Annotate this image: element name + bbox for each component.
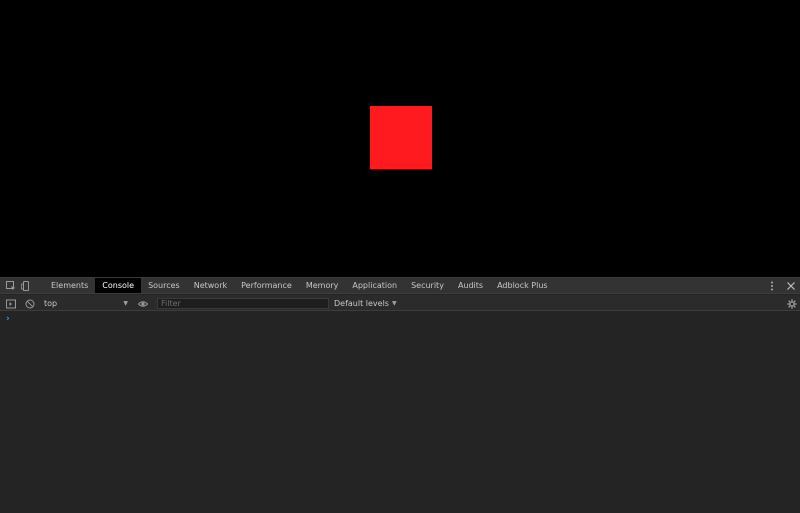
tab-audits[interactable]: Audits [451,278,490,293]
caret-down-icon: ▼ [123,299,128,307]
tab-elements[interactable]: Elements [44,278,95,293]
console-toolbar: top ▼ Default levels ▼ [0,295,800,311]
close-icon[interactable] [785,280,796,291]
devtools-tabbar: Elements Console Sources Network Perform… [0,278,800,294]
console-output[interactable]: › [0,312,800,513]
devtools-panel: Elements Console Sources Network Perform… [0,277,800,513]
tab-adblock-plus[interactable]: Adblock Plus [490,278,554,293]
device-toolbar-icon[interactable] [20,280,31,291]
console-prompt[interactable]: › [6,314,10,324]
page-viewport [0,0,800,277]
tab-console[interactable]: Console [95,278,142,293]
inspect-element-icon[interactable] [5,280,16,291]
live-expression-eye-icon[interactable] [137,298,148,309]
tab-performance[interactable]: Performance [234,278,299,293]
clear-console-icon[interactable] [24,298,35,309]
tabbar-right-icons [766,278,800,293]
log-levels-dropdown[interactable]: Default levels ▼ [334,298,397,308]
tab-sources[interactable]: Sources [141,278,187,293]
caret-down-icon: ▼ [391,299,397,307]
filter-input[interactable] [157,298,329,309]
tab-memory[interactable]: Memory [299,278,346,293]
gear-icon[interactable] [786,298,797,309]
tabbar-left-icons [0,278,44,293]
show-sidebar-icon[interactable] [5,298,16,309]
tab-network[interactable]: Network [187,278,234,293]
red-square [370,106,432,169]
log-levels-label: Default levels [334,298,389,308]
tab-application[interactable]: Application [345,278,404,293]
context-selector[interactable]: top ▼ [44,298,128,308]
tab-security[interactable]: Security [404,278,451,293]
devtools-tabs: Elements Console Sources Network Perform… [44,278,555,293]
more-vertical-icon[interactable] [766,280,777,291]
context-selector-value: top [44,298,58,308]
